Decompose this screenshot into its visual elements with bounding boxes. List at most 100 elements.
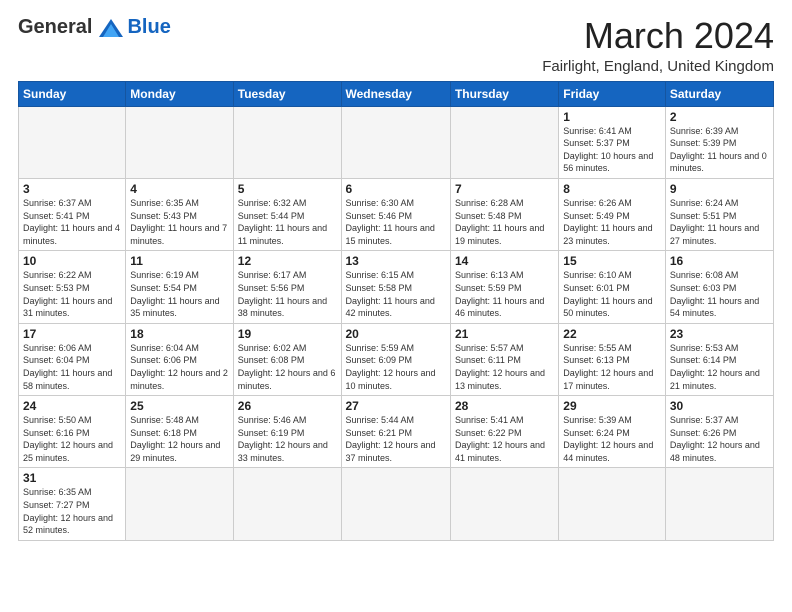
- calendar-cell: 27Sunrise: 5:44 AMSunset: 6:21 PMDayligh…: [341, 396, 450, 468]
- calendar-cell: [19, 106, 126, 178]
- calendar-cell: 6Sunrise: 6:30 AMSunset: 5:46 PMDaylight…: [341, 178, 450, 250]
- day-info: Sunrise: 6:37 AMSunset: 5:41 PMDaylight:…: [23, 197, 121, 247]
- calendar-cell: 30Sunrise: 5:37 AMSunset: 6:26 PMDayligh…: [665, 396, 773, 468]
- calendar-cell: 1Sunrise: 6:41 AMSunset: 5:37 PMDaylight…: [559, 106, 666, 178]
- day-number: 4: [130, 182, 228, 196]
- day-info: Sunrise: 5:57 AMSunset: 6:11 PMDaylight:…: [455, 342, 554, 392]
- day-number: 12: [238, 254, 337, 268]
- day-number: 8: [563, 182, 661, 196]
- day-info: Sunrise: 6:06 AMSunset: 6:04 PMDaylight:…: [23, 342, 121, 392]
- day-number: 30: [670, 399, 769, 413]
- day-number: 7: [455, 182, 554, 196]
- day-number: 23: [670, 327, 769, 341]
- logo-icon: [97, 17, 125, 39]
- day-number: 17: [23, 327, 121, 341]
- day-number: 2: [670, 110, 769, 124]
- calendar-cell: [450, 106, 558, 178]
- day-number: 1: [563, 110, 661, 124]
- day-number: 21: [455, 327, 554, 341]
- calendar-cell: [450, 468, 558, 540]
- calendar-cell: 11Sunrise: 6:19 AMSunset: 5:54 PMDayligh…: [126, 251, 233, 323]
- calendar-cell: 24Sunrise: 5:50 AMSunset: 6:16 PMDayligh…: [19, 396, 126, 468]
- calendar-cell: 3Sunrise: 6:37 AMSunset: 5:41 PMDaylight…: [19, 178, 126, 250]
- calendar-cell: 25Sunrise: 5:48 AMSunset: 6:18 PMDayligh…: [126, 396, 233, 468]
- calendar-cell: 14Sunrise: 6:13 AMSunset: 5:59 PMDayligh…: [450, 251, 558, 323]
- day-info: Sunrise: 6:32 AMSunset: 5:44 PMDaylight:…: [238, 197, 337, 247]
- calendar-cell: [233, 468, 341, 540]
- calendar-cell: 21Sunrise: 5:57 AMSunset: 6:11 PMDayligh…: [450, 323, 558, 395]
- day-info: Sunrise: 6:41 AMSunset: 5:37 PMDaylight:…: [563, 125, 661, 175]
- day-header-wednesday: Wednesday: [341, 81, 450, 106]
- day-info: Sunrise: 5:39 AMSunset: 6:24 PMDaylight:…: [563, 414, 661, 464]
- calendar-cell: 5Sunrise: 6:32 AMSunset: 5:44 PMDaylight…: [233, 178, 341, 250]
- day-info: Sunrise: 6:08 AMSunset: 6:03 PMDaylight:…: [670, 269, 769, 319]
- day-info: Sunrise: 5:59 AMSunset: 6:09 PMDaylight:…: [346, 342, 446, 392]
- title-area: March 2024 Fairlight, England, United Ki…: [542, 16, 774, 75]
- calendar-cell: 26Sunrise: 5:46 AMSunset: 6:19 PMDayligh…: [233, 396, 341, 468]
- calendar-cell: 19Sunrise: 6:02 AMSunset: 6:08 PMDayligh…: [233, 323, 341, 395]
- day-number: 6: [346, 182, 446, 196]
- calendar-week-row: 10Sunrise: 6:22 AMSunset: 5:53 PMDayligh…: [19, 251, 774, 323]
- logo-area: General Blue: [18, 16, 171, 39]
- calendar-cell: [559, 468, 666, 540]
- calendar-week-row: 1Sunrise: 6:41 AMSunset: 5:37 PMDaylight…: [19, 106, 774, 178]
- calendar-table: SundayMondayTuesdayWednesdayThursdayFrid…: [18, 81, 774, 541]
- month-title: March 2024: [542, 16, 774, 56]
- day-info: Sunrise: 6:28 AMSunset: 5:48 PMDaylight:…: [455, 197, 554, 247]
- calendar-cell: 7Sunrise: 6:28 AMSunset: 5:48 PMDaylight…: [450, 178, 558, 250]
- day-number: 19: [238, 327, 337, 341]
- day-number: 24: [23, 399, 121, 413]
- calendar-cell: 28Sunrise: 5:41 AMSunset: 6:22 PMDayligh…: [450, 396, 558, 468]
- day-number: 5: [238, 182, 337, 196]
- calendar-cell: [126, 106, 233, 178]
- day-info: Sunrise: 5:44 AMSunset: 6:21 PMDaylight:…: [346, 414, 446, 464]
- calendar-cell: 2Sunrise: 6:39 AMSunset: 5:39 PMDaylight…: [665, 106, 773, 178]
- day-info: Sunrise: 6:17 AMSunset: 5:56 PMDaylight:…: [238, 269, 337, 319]
- day-number: 25: [130, 399, 228, 413]
- day-info: Sunrise: 5:37 AMSunset: 6:26 PMDaylight:…: [670, 414, 769, 464]
- day-info: Sunrise: 5:53 AMSunset: 6:14 PMDaylight:…: [670, 342, 769, 392]
- calendar-cell: 20Sunrise: 5:59 AMSunset: 6:09 PMDayligh…: [341, 323, 450, 395]
- calendar-cell: 12Sunrise: 6:17 AMSunset: 5:56 PMDayligh…: [233, 251, 341, 323]
- calendar-week-row: 3Sunrise: 6:37 AMSunset: 5:41 PMDaylight…: [19, 178, 774, 250]
- calendar-week-row: 17Sunrise: 6:06 AMSunset: 6:04 PMDayligh…: [19, 323, 774, 395]
- day-header-tuesday: Tuesday: [233, 81, 341, 106]
- calendar-week-row: 31Sunrise: 6:35 AMSunset: 7:27 PMDayligh…: [19, 468, 774, 540]
- day-info: Sunrise: 5:46 AMSunset: 6:19 PMDaylight:…: [238, 414, 337, 464]
- day-info: Sunrise: 5:55 AMSunset: 6:13 PMDaylight:…: [563, 342, 661, 392]
- calendar-cell: 10Sunrise: 6:22 AMSunset: 5:53 PMDayligh…: [19, 251, 126, 323]
- day-info: Sunrise: 6:19 AMSunset: 5:54 PMDaylight:…: [130, 269, 228, 319]
- day-number: 11: [130, 254, 228, 268]
- logo: General Blue: [18, 16, 171, 39]
- calendar-cell: [341, 106, 450, 178]
- day-info: Sunrise: 5:41 AMSunset: 6:22 PMDaylight:…: [455, 414, 554, 464]
- calendar-cell: [341, 468, 450, 540]
- day-info: Sunrise: 6:35 AMSunset: 7:27 PMDaylight:…: [23, 486, 121, 536]
- day-info: Sunrise: 6:10 AMSunset: 6:01 PMDaylight:…: [563, 269, 661, 319]
- day-header-friday: Friday: [559, 81, 666, 106]
- day-number: 20: [346, 327, 446, 341]
- calendar-cell: 16Sunrise: 6:08 AMSunset: 6:03 PMDayligh…: [665, 251, 773, 323]
- day-header-saturday: Saturday: [665, 81, 773, 106]
- day-number: 16: [670, 254, 769, 268]
- location-subtitle: Fairlight, England, United Kingdom: [542, 58, 774, 75]
- day-number: 13: [346, 254, 446, 268]
- day-number: 28: [455, 399, 554, 413]
- calendar-cell: 29Sunrise: 5:39 AMSunset: 6:24 PMDayligh…: [559, 396, 666, 468]
- day-info: Sunrise: 6:04 AMSunset: 6:06 PMDaylight:…: [130, 342, 228, 392]
- day-number: 31: [23, 471, 121, 485]
- calendar-week-row: 24Sunrise: 5:50 AMSunset: 6:16 PMDayligh…: [19, 396, 774, 468]
- day-header-sunday: Sunday: [19, 81, 126, 106]
- calendar-cell: [233, 106, 341, 178]
- day-info: Sunrise: 6:30 AMSunset: 5:46 PMDaylight:…: [346, 197, 446, 247]
- day-info: Sunrise: 6:26 AMSunset: 5:49 PMDaylight:…: [563, 197, 661, 247]
- calendar-cell: 15Sunrise: 6:10 AMSunset: 6:01 PMDayligh…: [559, 251, 666, 323]
- day-number: 10: [23, 254, 121, 268]
- day-header-monday: Monday: [126, 81, 233, 106]
- day-info: Sunrise: 6:13 AMSunset: 5:59 PMDaylight:…: [455, 269, 554, 319]
- day-number: 3: [23, 182, 121, 196]
- day-header-thursday: Thursday: [450, 81, 558, 106]
- calendar-cell: 4Sunrise: 6:35 AMSunset: 5:43 PMDaylight…: [126, 178, 233, 250]
- day-info: Sunrise: 6:02 AMSunset: 6:08 PMDaylight:…: [238, 342, 337, 392]
- day-info: Sunrise: 6:15 AMSunset: 5:58 PMDaylight:…: [346, 269, 446, 319]
